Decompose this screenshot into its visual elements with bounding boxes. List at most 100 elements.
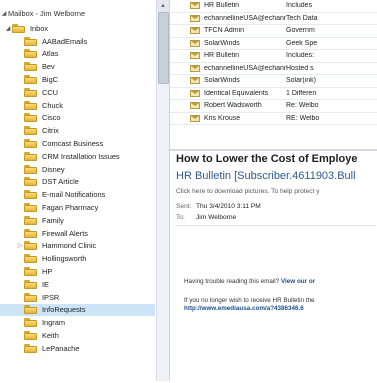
folder-label: IE [42, 279, 49, 289]
folder-icon [24, 62, 39, 72]
folder-label: Atlas [42, 49, 59, 59]
folder-item[interactable]: AABadEmails [0, 35, 155, 48]
folder-label: CCU [42, 87, 59, 97]
expand-icon[interactable]: ▷ [16, 242, 24, 249]
message-row[interactable]: TFCN Admin Governm [170, 25, 377, 38]
body-text: Having trouble reading this email? [184, 278, 280, 285]
message-row[interactable]: Robert Wadsworth Re: Welbo [170, 100, 377, 113]
collapse-icon[interactable]: ◢ [0, 10, 8, 17]
folder-icon [24, 305, 39, 315]
envelope-icon [190, 39, 200, 47]
message-row[interactable]: HR Bulletin Includes [170, 0, 377, 13]
folder-item[interactable]: Firewall Alerts [0, 227, 155, 240]
folder-item[interactable]: Disney [0, 163, 155, 176]
scroll-thumb[interactable] [158, 12, 169, 84]
message-subject: 1 Differen [286, 89, 317, 97]
folder-item[interactable]: Chuck [0, 99, 155, 112]
folder-icon [24, 279, 39, 289]
folder-label: HP [42, 267, 53, 277]
folder-label: Disney [42, 164, 65, 174]
folder-scrollbar[interactable]: ▲ [156, 0, 169, 381]
folder-item[interactable]: Bev [0, 60, 155, 73]
folder-item[interactable]: Comcast Business [0, 137, 155, 150]
message-row[interactable]: echannellineUSA@echann... Tech Data [170, 13, 377, 25]
folder-item[interactable]: BigC [0, 73, 155, 86]
folder-item[interactable]: InfoRequests [0, 303, 155, 317]
message-subject: Governm [286, 27, 315, 35]
folder-item[interactable]: Citrix [0, 124, 155, 137]
folder-icon [24, 100, 39, 110]
message-row[interactable]: Identical Equivalents 1 Differen [170, 88, 377, 100]
envelope-icon [190, 52, 200, 60]
message-sender: Robert Wadsworth [204, 102, 262, 110]
folder-label: Bev [42, 62, 55, 72]
message-subject: Re: Welbo [286, 102, 319, 110]
mailbox-root[interactable]: ◢ Mailbox - Jim Welborne [0, 6, 155, 20]
folder-label: E-mail Notifications [42, 190, 106, 200]
folder-label: Inbox [30, 23, 49, 33]
message-subject: Includes: [286, 52, 315, 60]
folder-icon [24, 254, 39, 264]
folder-item[interactable]: IE [0, 278, 155, 291]
message-list: HR Bulletin Includes echannellineUSA@echan… [170, 0, 377, 140]
header-divider [176, 225, 376, 226]
folder-icon [24, 292, 39, 302]
folder-label: Hammond Clinic [42, 241, 97, 251]
download-pictures-notice[interactable]: Click here to download pictures. To help… [176, 188, 320, 195]
message-row[interactable]: HR Bulletin Includes: [170, 50, 377, 63]
folder-icon [24, 190, 39, 200]
folder-icon [24, 215, 39, 225]
message-subject: Tech Data [286, 14, 318, 22]
folder-label: Cisco [42, 113, 61, 123]
folder-item[interactable]: HP [0, 265, 155, 278]
folder-item[interactable]: Ingram [0, 316, 155, 329]
envelope-icon [190, 89, 200, 97]
folder-item[interactable]: E-mail Notifications [0, 188, 155, 201]
folder-item[interactable]: Family [0, 214, 155, 227]
folder-inbox[interactable]: ◢ Inbox [0, 22, 155, 35]
folder-item[interactable]: IPSR [0, 291, 155, 304]
folder-icon [24, 49, 39, 59]
folder-item[interactable]: Fagan Pharmacy [0, 201, 155, 214]
message-subtitle: HR Bulletin [Subscriber.4611903.Bull [176, 170, 356, 182]
envelope-icon [190, 64, 200, 72]
message-subject: Hosted s [286, 64, 314, 72]
folder-label: Family [42, 215, 64, 225]
folder-icon [24, 139, 39, 149]
message-sender: SolarWinds [204, 77, 240, 85]
folder-label: InfoRequests [42, 305, 86, 315]
collapse-icon[interactable]: ◢ [4, 25, 12, 32]
to-label: To: [176, 214, 185, 221]
folder-item[interactable]: CRM Installation Issues [0, 150, 155, 163]
folder-item[interactable]: Atlas [0, 48, 155, 61]
folder-icon [24, 228, 39, 238]
folder-icon [24, 113, 39, 123]
folder-item[interactable]: Hollingsworth [0, 252, 155, 265]
folder-item[interactable]: LePanache [0, 342, 155, 355]
folder-item[interactable]: Keith [0, 329, 155, 342]
folder-item[interactable]: DST Article [0, 176, 155, 189]
message-row[interactable]: Kris Krouse RE: Welbo [170, 113, 377, 125]
folder-icon [24, 126, 39, 136]
message-subject: Solar(ink) [286, 77, 316, 85]
folder-label: Ingram [42, 318, 66, 328]
outlook-window: ◢ Mailbox - Jim Welborne ◢ Inbox AABadEm… [0, 0, 377, 383]
message-subject: Includes [286, 2, 313, 10]
folder-icon [24, 164, 39, 174]
view-online-link[interactable]: View our or [281, 278, 315, 285]
message-sender: echannellineUSA@echann... [204, 64, 286, 72]
scroll-up-icon[interactable]: ▲ [157, 0, 169, 12]
message-row[interactable]: echannellineUSA@echann... Hosted s [170, 63, 377, 75]
message-row[interactable]: SolarWinds Geek Spe [170, 38, 377, 50]
message-subject: Geek Spe [286, 39, 318, 47]
folder-item[interactable]: Cisco [0, 112, 155, 125]
folder-item[interactable]: ▷ Hammond Clinic [0, 240, 155, 253]
folder-icon [24, 151, 39, 161]
folder-icon [24, 87, 39, 97]
message-row[interactable]: SolarWinds Solar(ink) [170, 75, 377, 88]
message-sender: echannellineUSA@echann... [204, 14, 286, 22]
folder-item[interactable]: CCU [0, 86, 155, 99]
folder-label: Citrix [42, 126, 59, 136]
unsubscribe-link[interactable]: http://www.emediausa.com/a?4386346.6 [184, 305, 304, 312]
message-sender: Identical Equivalents [204, 89, 269, 97]
